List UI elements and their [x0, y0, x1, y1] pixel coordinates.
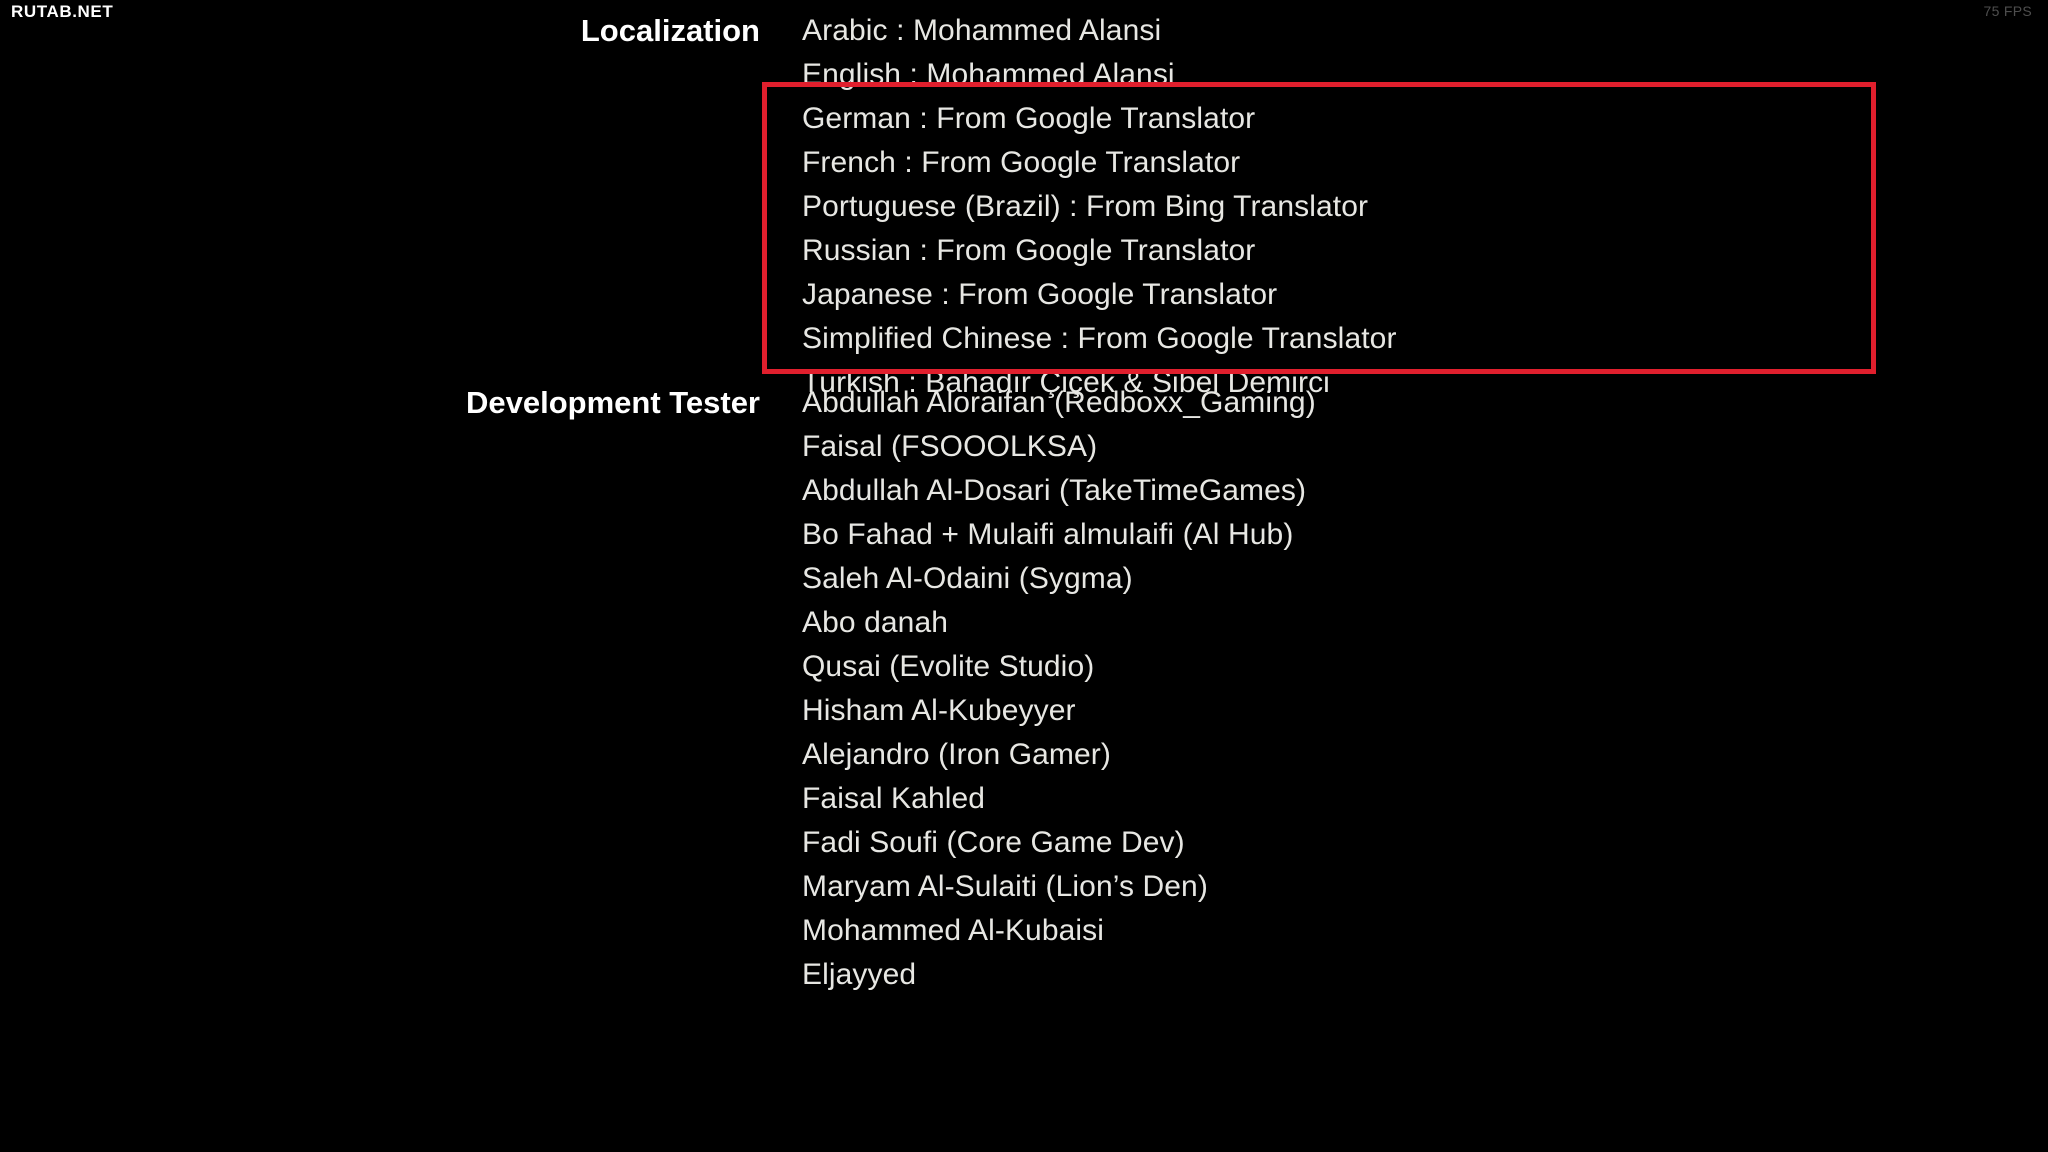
credit-entry: Arabic : Mohammed Alansi: [802, 14, 1162, 47]
credit-entry: English : Mohammed Alansi: [802, 58, 1175, 91]
section-label: Localization: [580, 13, 760, 48]
credit-entry: Abo danah: [802, 606, 949, 639]
credit-entry: Alejandro (Iron Gamer): [802, 738, 1111, 771]
credit-entry: French : From Google Translator: [802, 146, 1241, 179]
credit-entry: Bo Fahad + Mulaifi almulaifi (Al Hub): [802, 518, 1294, 551]
credit-entry: Japanese : From Google Translator: [802, 278, 1278, 311]
credit-entry: Simplified Chinese : From Google Transla…: [802, 322, 1397, 355]
credits-screen: RUTAB.NET 75 FPS Localization Arabic : Mo…: [0, 0, 2048, 1152]
credit-entry: Fadi Soufi (Core Game Dev): [802, 826, 1185, 859]
section-entries: Arabic : Mohammed Alansi English : Mohamm…: [802, 9, 2042, 405]
credit-entry: Maryam Al-Sulaiti (Lion’s Den): [802, 870, 1208, 903]
credit-entry: Hisham Al-Kubeyyer: [802, 694, 1076, 727]
credit-entry: Qusai (Evolite Studio): [802, 650, 1095, 683]
credit-entry: Abdullah Aloraifan (Redboxx_Gaming): [802, 386, 1316, 419]
credit-entry: German : From Google Translator: [802, 102, 1256, 135]
credit-entry: Eljayyed: [802, 958, 917, 991]
credit-entry: Faisal (FSOOOLKSA): [802, 430, 1098, 463]
credit-entry: Portuguese (Brazil) : From Bing Translat…: [802, 190, 1369, 223]
credit-entry: Abdullah Al-Dosari (TakeTimeGames): [802, 474, 1307, 507]
section-entries: Abdullah Aloraifan (Redboxx_Gaming) Faisa…: [802, 381, 2042, 997]
credit-entry: Mohammed Al-Kubaisi: [802, 914, 1105, 947]
section-label: Development Tester: [465, 385, 760, 420]
credit-entry: Faisal Kahled: [802, 782, 986, 815]
credit-entry: Saleh Al-Odaini (Sygma): [802, 562, 1133, 595]
credit-entry: Russian : From Google Translator: [802, 234, 1256, 267]
